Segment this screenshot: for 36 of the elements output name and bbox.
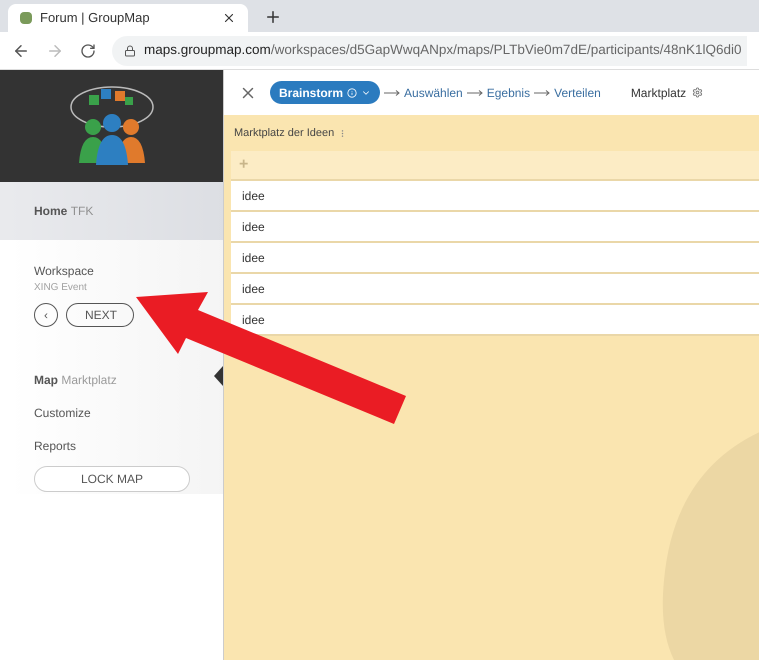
step-arrow-icon	[466, 90, 483, 96]
idea-card[interactable]: idee	[231, 274, 759, 305]
nav-link[interactable]: Map Marktplatz	[34, 373, 117, 387]
step-tab[interactable]: Brainstorm	[270, 81, 380, 104]
people-logo-icon	[68, 85, 154, 167]
browser-tab[interactable]: Forum | GroupMap	[8, 4, 248, 32]
map-name: Marktplatz	[630, 84, 686, 102]
reload-icon[interactable]	[80, 42, 96, 58]
board-title: Marktplatz der Ideen	[234, 126, 334, 141]
workspace-label: Workspace	[34, 263, 95, 280]
idea-card[interactable]: idee	[231, 181, 759, 212]
step-tab[interactable]: Auswählen	[404, 84, 463, 102]
tab-title: Forum | GroupMap	[40, 9, 151, 28]
workspace-name: XING Event	[34, 281, 88, 295]
lock-icon	[124, 44, 136, 56]
info-icon[interactable]	[347, 88, 358, 98]
idea-card[interactable]: idee	[231, 305, 759, 336]
nav-link[interactable]: Customize	[34, 406, 91, 420]
lock-map-button[interactable]: LOCK MAP	[34, 466, 190, 492]
address-bar[interactable]: maps.groupmap.com/workspaces/d5GapWwqANpx/maps/PLTbVie0m7dE/participants/48nK1lQ6di0	[112, 36, 747, 66]
new-tab-icon[interactable]	[264, 8, 282, 26]
prev-button[interactable]: ‹	[34, 303, 58, 327]
site-icon	[20, 12, 32, 24]
add-label: +	[239, 155, 248, 175]
idea-card[interactable]: idee	[231, 243, 759, 274]
close-icon[interactable]	[222, 11, 236, 25]
step-tab[interactable]: Verteilen	[554, 84, 601, 102]
url-text: maps.groupmap.com/workspaces/d5GapWwqANpx/maps/PLTbVie0m7dE/participants/48nK1lQ6di0	[144, 41, 742, 60]
nav-link[interactable]: Reports	[34, 439, 76, 453]
settings-icon[interactable]	[692, 87, 704, 98]
step-tab[interactable]: Egebnis	[486, 84, 530, 102]
step-arrow-icon	[534, 90, 550, 96]
idea-card[interactable]: idee	[231, 212, 759, 243]
step-arrow-icon	[384, 90, 400, 96]
next-button[interactable]: NEXT	[66, 303, 134, 327]
home-link[interactable]: Home TFK	[34, 202, 94, 220]
